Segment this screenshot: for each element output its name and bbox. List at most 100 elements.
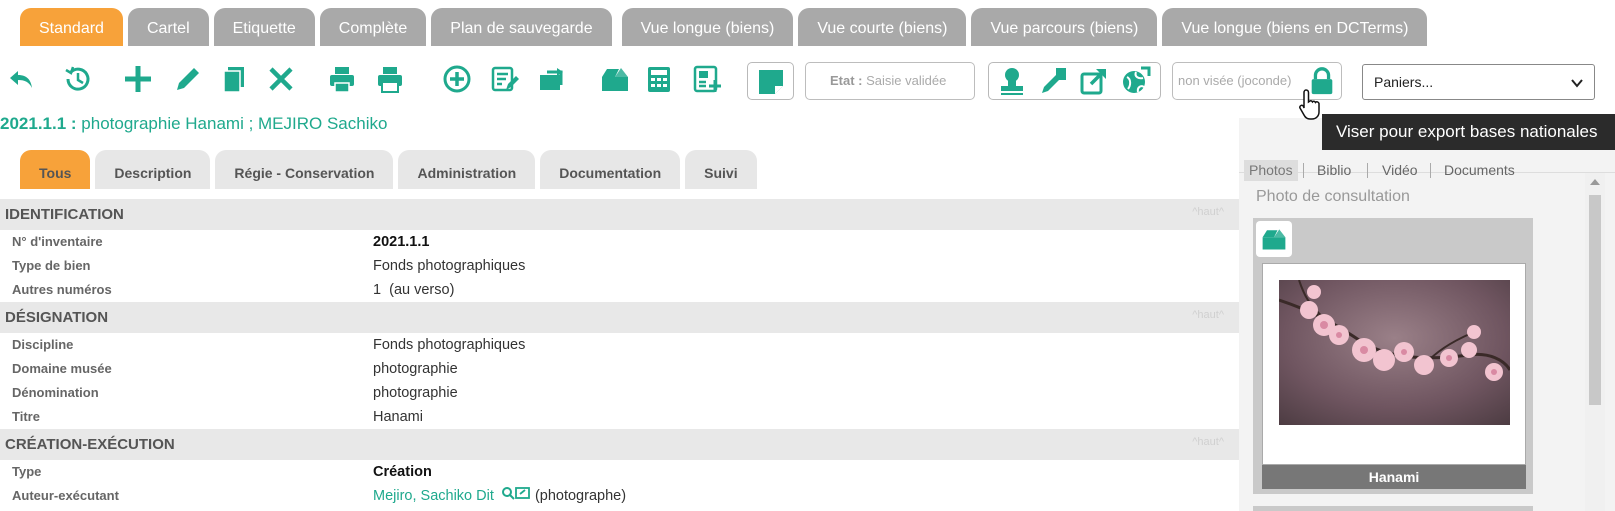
- field-label: Dénomination: [12, 385, 99, 400]
- field-row: Domaine musée photographie: [0, 357, 1239, 381]
- tab-regie-conservation[interactable]: Régie - Conservation: [215, 150, 394, 189]
- hand-cursor-icon: [1299, 89, 1320, 120]
- tab-description[interactable]: Description: [95, 150, 211, 189]
- media-panel: Photos Biblio Vidéo Documents Photo de c…: [1239, 118, 1615, 511]
- note-button[interactable]: [747, 62, 794, 100]
- delete-icon[interactable]: [264, 62, 298, 96]
- transfer-icon[interactable]: [536, 62, 570, 96]
- section-identification: IDENTIFICATION ^haut^: [0, 199, 1239, 230]
- section-title: IDENTIFICATION: [5, 206, 124, 223]
- add-icon[interactable]: [121, 62, 155, 96]
- undo-icon[interactable]: [5, 62, 39, 96]
- tooltip: Viser pour export bases nationales: [1322, 114, 1615, 150]
- section-designation: DÉSIGNATION ^haut^: [0, 302, 1239, 333]
- tab-cartel[interactable]: Cartel: [127, 8, 209, 46]
- field-value: Fonds photographiques: [373, 337, 526, 353]
- field-row: Type de bien Fonds photographiques: [0, 254, 1239, 278]
- tab-standard[interactable]: Standard: [20, 8, 123, 46]
- media-tab-video[interactable]: Vidéo: [1382, 161, 1418, 179]
- status-field: Etat : Saisie validée: [805, 62, 975, 100]
- section-title: CRÉATION-EXÉCUTION: [5, 436, 175, 453]
- field-label: Type de bien: [12, 258, 91, 273]
- paniers-select[interactable]: Paniers...: [1362, 64, 1595, 100]
- media-tab-photos[interactable]: Photos: [1244, 160, 1298, 181]
- export-tools-group: [988, 62, 1161, 100]
- field-label: Autres numéros: [12, 282, 112, 297]
- sticky-note-icon: [754, 65, 788, 99]
- field-label: Domaine musée: [12, 361, 112, 376]
- link-edit-icon[interactable]: [1037, 64, 1071, 98]
- open-box-icon[interactable]: [598, 62, 632, 96]
- visa-status-text: non visée (joconde): [1178, 73, 1292, 88]
- tab-suivi[interactable]: Suivi: [685, 150, 757, 189]
- tab-administration[interactable]: Administration: [398, 150, 536, 189]
- photo-thumbnail[interactable]: [1262, 263, 1526, 465]
- status-label: Etat :: [830, 73, 863, 88]
- edit-icon[interactable]: [171, 62, 205, 96]
- author-link[interactable]: Mejiro, Sachiko Dit: [373, 488, 494, 504]
- record-title-text: photographie Hanami ; MEJIRO Sachiko: [81, 114, 388, 133]
- field-value: 2021.1.1: [373, 234, 430, 250]
- tab-divider: [1303, 163, 1304, 178]
- tab-etiquette[interactable]: Etiquette: [213, 8, 315, 46]
- tab-vue-parcours[interactable]: Vue parcours (biens): [971, 8, 1158, 46]
- field-label: Auteur-exécutant: [12, 488, 119, 503]
- tab-vue-longue-dcterms[interactable]: Vue longue (biens en DCTerms): [1162, 8, 1428, 46]
- tab-divider: [1367, 163, 1368, 178]
- media-tab-documents[interactable]: Documents: [1444, 161, 1515, 179]
- external-link-icon[interactable]: [1077, 64, 1111, 98]
- photo-card: Hanami: [1253, 218, 1533, 494]
- field-row: Type Création: [0, 460, 1239, 484]
- tab-tous[interactable]: Tous: [20, 150, 91, 189]
- field-row: N° d'inventaire 2021.1.1: [0, 230, 1239, 254]
- section-tabs: Tous Description Régie - Conservation Ad…: [20, 150, 762, 189]
- author-role: (photographe): [534, 488, 627, 504]
- scroll-thumb[interactable]: [1589, 195, 1601, 405]
- back-to-top-link[interactable]: ^haut^: [1192, 302, 1224, 328]
- open-box-icon[interactable]: [1256, 221, 1292, 257]
- view-tabs: Standard Cartel Etiquette Complète Plan …: [20, 8, 1432, 46]
- search-author-icon[interactable]: [501, 486, 531, 502]
- globe-export-icon[interactable]: [1118, 64, 1152, 98]
- panel-scrollbar[interactable]: [1585, 173, 1605, 511]
- chevron-down-icon: [1571, 79, 1583, 88]
- tab-documentation[interactable]: Documentation: [540, 150, 681, 189]
- print-preview-icon[interactable]: [373, 62, 407, 96]
- tab-divider: [1430, 163, 1431, 178]
- photo-caption: Hanami: [1262, 465, 1526, 489]
- photo-card-next: [1253, 506, 1533, 511]
- back-to-top-link[interactable]: ^haut^: [1192, 429, 1224, 455]
- tab-plan-sauvegarde[interactable]: Plan de sauvegarde: [431, 8, 612, 46]
- edit-list-icon[interactable]: [488, 62, 522, 96]
- paniers-select-value: Paniers...: [1374, 74, 1434, 90]
- tab-complete[interactable]: Complète: [319, 8, 427, 46]
- print-icon[interactable]: [325, 62, 359, 96]
- field-row: Auteur-exécutant Mejiro, Sachiko Dit (ph…: [0, 484, 1239, 508]
- tab-vue-longue[interactable]: Vue longue (biens): [621, 8, 794, 46]
- media-tab-biblio[interactable]: Biblio: [1317, 161, 1351, 179]
- record-content: IDENTIFICATION ^haut^ N° d'inventaire 20…: [0, 199, 1239, 511]
- field-row: Dénomination photographie: [0, 381, 1239, 405]
- field-value: photographie: [373, 385, 458, 401]
- field-row: Autres numéros 1 (au verso): [0, 278, 1239, 302]
- field-label: Titre: [12, 409, 40, 424]
- history-icon[interactable]: [61, 62, 95, 96]
- field-label: Discipline: [12, 337, 74, 352]
- stamp-icon[interactable]: [995, 64, 1029, 98]
- cherry-blossom-photo: [1279, 280, 1510, 425]
- field-value: Hanami: [373, 409, 423, 425]
- field-value: photographie: [373, 361, 458, 377]
- field-row: Titre Hanami: [0, 405, 1239, 429]
- duplicate-icon[interactable]: [218, 62, 252, 96]
- section-creation-execution: CRÉATION-EXÉCUTION ^haut^: [0, 429, 1239, 460]
- calculator-icon[interactable]: [642, 62, 676, 96]
- field-row: Discipline Fonds photographiques: [0, 333, 1239, 357]
- field-label: Type: [12, 464, 42, 479]
- field-label: N° d'inventaire: [12, 234, 103, 249]
- back-to-top-link[interactable]: ^haut^: [1192, 199, 1224, 225]
- add-circle-icon[interactable]: [440, 62, 474, 96]
- tab-vue-courte[interactable]: Vue courte (biens): [798, 8, 967, 46]
- scroll-up-arrow[interactable]: [1590, 179, 1600, 185]
- add-document-icon[interactable]: [690, 62, 724, 96]
- record-title: 2021.1.1 : photographie Hanami ; MEJIRO …: [0, 114, 387, 134]
